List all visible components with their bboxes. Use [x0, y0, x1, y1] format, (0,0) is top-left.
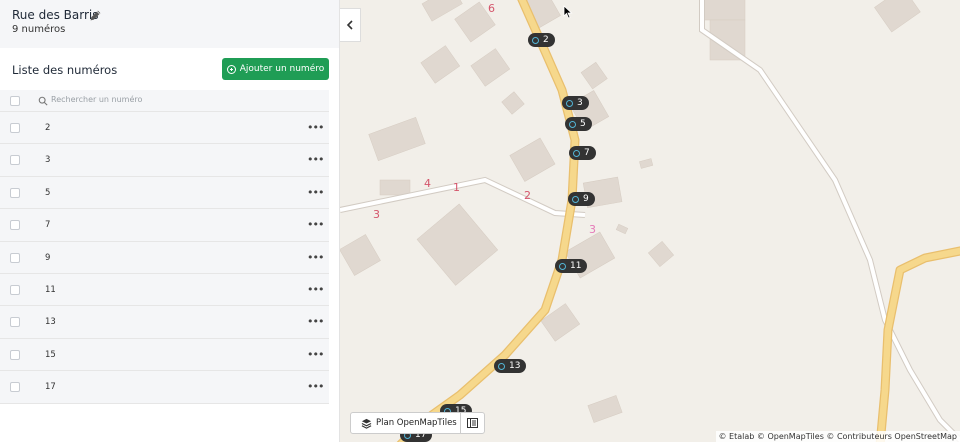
- chevron-left-icon: [346, 20, 353, 30]
- address-marker[interactable]: 7: [569, 146, 596, 160]
- map-house-labels: 6 4 1 2 3 3: [373, 2, 596, 236]
- marker-number: 7: [584, 148, 590, 158]
- marker-dot-icon: [559, 262, 566, 270]
- marker-dot-icon: [569, 120, 576, 128]
- add-number-label: Ajouter un numéro: [239, 64, 325, 74]
- numbers-table: Rechercher un numéro 2 ••• 3 ••• 5 ••• 7 ••• 9 ••…: [0, 90, 329, 404]
- table-row[interactable]: 17 •••: [0, 371, 329, 404]
- map-label: 4: [424, 177, 431, 190]
- row-menu-button[interactable]: •••: [307, 348, 324, 361]
- row-number: 9: [45, 252, 51, 263]
- row-checkbox[interactable]: [10, 220, 20, 231]
- select-all-checkbox[interactable]: [10, 96, 20, 106]
- row-number: 2: [45, 123, 51, 133]
- address-marker[interactable]: 5: [565, 117, 592, 131]
- address-marker[interactable]: 3: [562, 96, 589, 110]
- map-style-switch: Plan OpenMapTiles: [350, 412, 485, 434]
- map-panel-icon: [467, 418, 479, 428]
- row-menu-button[interactable]: •••: [307, 218, 324, 231]
- row-number: 11: [45, 284, 56, 295]
- map-label: 3: [373, 208, 380, 221]
- marker-number: 5: [580, 119, 586, 129]
- map-label: 6: [488, 2, 495, 15]
- numbers-count: 9 numéros: [12, 24, 66, 35]
- add-number-button[interactable]: Ajouter un numéro: [222, 58, 329, 80]
- row-checkbox[interactable]: [10, 123, 20, 133]
- map-label: 2: [524, 189, 531, 202]
- map-svg: 6 4 1 2 3 3: [340, 0, 960, 442]
- marker-dot-icon: [532, 36, 539, 44]
- layers-icon: [361, 418, 372, 429]
- marker-dot-icon: [572, 195, 579, 203]
- table-row[interactable]: 7 •••: [0, 209, 329, 242]
- address-marker[interactable]: 2: [528, 33, 555, 47]
- plus-circle-icon: [226, 64, 236, 74]
- row-menu-button[interactable]: •••: [307, 315, 324, 328]
- table-row[interactable]: 2 •••: [0, 112, 329, 145]
- row-number: 15: [45, 349, 56, 360]
- address-marker[interactable]: 13: [494, 359, 527, 373]
- row-number: 17: [45, 382, 56, 393]
- row-checkbox[interactable]: [10, 284, 20, 295]
- street-title: Rue des Barris: [12, 8, 99, 22]
- row-menu-button[interactable]: •••: [307, 283, 324, 296]
- app-root: Rue des Barris 9 numéros Liste des numér…: [0, 0, 960, 442]
- marker-number: 13: [509, 361, 521, 371]
- pencil-icon[interactable]: [89, 9, 102, 22]
- row-checkbox[interactable]: [10, 382, 20, 393]
- address-marker[interactable]: 11: [555, 259, 588, 273]
- address-marker[interactable]: 9: [568, 192, 595, 206]
- table-row[interactable]: 15 •••: [0, 338, 329, 372]
- marker-number: 3: [577, 98, 583, 108]
- row-menu-button[interactable]: •••: [307, 121, 324, 134]
- row-menu-button[interactable]: •••: [307, 186, 324, 199]
- row-number: 7: [45, 220, 51, 231]
- map-settings-button[interactable]: [460, 412, 484, 434]
- search-icon: [38, 96, 48, 106]
- table-row[interactable]: 9 •••: [0, 241, 329, 274]
- row-number: 13: [45, 317, 56, 328]
- table-header-row: Rechercher un numéro: [0, 90, 329, 112]
- row-checkbox[interactable]: [10, 187, 20, 198]
- row-menu-button[interactable]: •••: [307, 153, 324, 166]
- table-row[interactable]: 5 •••: [0, 176, 329, 210]
- table-row[interactable]: 3 •••: [0, 144, 329, 177]
- sidebar: Rue des Barris 9 numéros Liste des numér…: [0, 0, 340, 442]
- row-checkbox[interactable]: [10, 252, 20, 263]
- marker-dot-icon: [573, 149, 580, 157]
- buildings: [340, 0, 921, 423]
- map-label: 1: [453, 181, 460, 194]
- table-row[interactable]: 13 •••: [0, 306, 329, 339]
- marker-number: 2: [543, 35, 549, 45]
- mouse-cursor-icon: [563, 5, 573, 19]
- marker-number: 9: [583, 194, 589, 204]
- marker-number: 11: [570, 261, 582, 271]
- map-canvas[interactable]: 6 4 1 2 3 3 2 3 5 7 9 11 13 15 17: [340, 0, 960, 442]
- list-title: Liste des numéros: [12, 63, 118, 77]
- row-menu-button[interactable]: •••: [307, 251, 324, 264]
- row-number: 3: [45, 155, 51, 166]
- table-row[interactable]: 11 •••: [0, 273, 329, 307]
- search-input[interactable]: Rechercher un numéro: [51, 95, 142, 104]
- street-header: Rue des Barris 9 numéros: [0, 0, 339, 48]
- row-number: 5: [45, 187, 51, 198]
- map-style-label: Plan OpenMapTiles: [376, 418, 457, 428]
- map-style-button[interactable]: Plan OpenMapTiles: [351, 418, 460, 429]
- row-menu-button[interactable]: •••: [307, 380, 324, 393]
- row-checkbox[interactable]: [10, 317, 20, 328]
- collapse-sidebar-button[interactable]: [340, 8, 361, 42]
- marker-dot-icon: [498, 362, 505, 370]
- row-checkbox[interactable]: [10, 349, 20, 360]
- map-attribution[interactable]: © Etalab © OpenMapTiles © Contributeurs …: [715, 431, 960, 442]
- map-label: 3: [589, 223, 596, 236]
- marker-dot-icon: [566, 99, 573, 107]
- row-checkbox[interactable]: [10, 155, 20, 166]
